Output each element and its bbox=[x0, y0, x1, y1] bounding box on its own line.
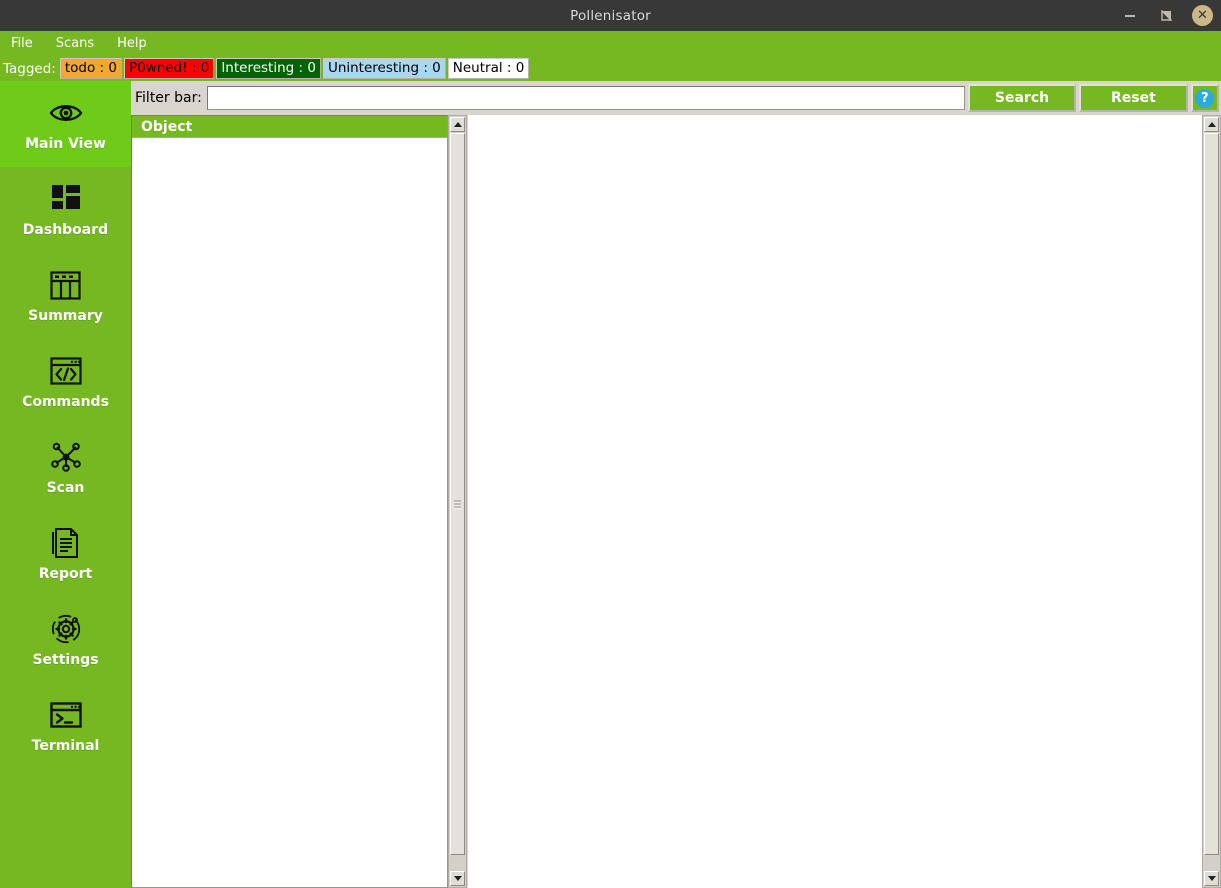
filter-input[interactable] bbox=[206, 86, 965, 110]
sidebar-item-terminal[interactable]: Terminal bbox=[0, 683, 131, 769]
sidebar-item-commands[interactable]: Commands bbox=[0, 339, 131, 425]
close-glyph: ✕ bbox=[1197, 7, 1208, 23]
tag-chip-uninteresting[interactable]: Uninteresting : 0 bbox=[322, 58, 446, 79]
menu-item-help[interactable]: Help bbox=[115, 35, 149, 52]
tag-bar: Tagged: todo : 0 P0wned! : 0 Interesting… bbox=[0, 56, 1221, 81]
main-scrollbar-thumb[interactable] bbox=[1204, 133, 1219, 855]
title-bar: Pollenisator ✕ bbox=[0, 0, 1221, 32]
sidebar-label-commands: Commands bbox=[22, 394, 109, 410]
eye-icon bbox=[49, 96, 83, 130]
help-button[interactable]: ? bbox=[1190, 84, 1219, 112]
document-icon bbox=[51, 526, 81, 560]
sidebar-label-settings: Settings bbox=[32, 652, 99, 668]
object-tree-panel: Object bbox=[131, 115, 448, 888]
sidebar: Main View Dashboard Summary Commands Sca… bbox=[0, 81, 131, 888]
chevron-down-icon bbox=[1207, 876, 1216, 881]
terminal-icon bbox=[49, 698, 82, 732]
sidebar-item-scan[interactable]: Scan bbox=[0, 425, 131, 511]
sidebar-label-report: Report bbox=[38, 566, 93, 582]
menu-item-scans[interactable]: Scans bbox=[54, 35, 96, 52]
chevron-down-icon bbox=[453, 876, 462, 881]
sidebar-label-terminal: Terminal bbox=[31, 738, 100, 754]
code-window-icon bbox=[49, 354, 82, 388]
close-icon[interactable]: ✕ bbox=[1192, 5, 1213, 26]
minimize-icon[interactable] bbox=[1120, 6, 1140, 26]
table-icon bbox=[50, 268, 81, 302]
tag-chip-interesting[interactable]: Interesting : 0 bbox=[216, 58, 321, 79]
tree-scroll-down-button[interactable] bbox=[450, 871, 465, 886]
tree-body[interactable] bbox=[132, 138, 447, 887]
search-button[interactable]: Search bbox=[967, 84, 1077, 112]
chevron-up-icon bbox=[1207, 122, 1216, 127]
main-detail-panel[interactable] bbox=[468, 115, 1202, 888]
sidebar-item-settings[interactable]: Settings bbox=[0, 597, 131, 683]
tree-scroll-up-button[interactable] bbox=[450, 117, 465, 132]
sidebar-label-main-view: Main View bbox=[25, 136, 106, 152]
main-scroll-down-button[interactable] bbox=[1204, 871, 1219, 886]
chevron-up-icon bbox=[453, 122, 462, 127]
sidebar-label-dashboard: Dashboard bbox=[22, 222, 109, 238]
window-title: Pollenisator bbox=[570, 7, 651, 24]
tree-scrollbar-grip bbox=[454, 500, 461, 510]
menu-bar: File Scans Help bbox=[0, 31, 1221, 56]
sidebar-label-scan: Scan bbox=[46, 480, 85, 496]
sidebar-label-summary: Summary bbox=[28, 308, 103, 324]
filter-bar-label: Filter bar: bbox=[135, 90, 202, 106]
main-scroll-up-button[interactable] bbox=[1204, 117, 1219, 132]
network-nodes-icon bbox=[50, 440, 82, 474]
panes-container: Object bbox=[131, 115, 1221, 888]
menu-item-file[interactable]: File bbox=[9, 35, 35, 52]
dashboard-grid-icon bbox=[51, 182, 81, 216]
sidebar-item-summary[interactable]: Summary bbox=[0, 253, 131, 339]
tree-column-header-object[interactable]: Object bbox=[132, 116, 447, 138]
sidebar-item-main-view[interactable]: Main View bbox=[0, 81, 131, 167]
window-controls: ✕ bbox=[1120, 0, 1213, 31]
gear-icon bbox=[50, 612, 82, 646]
sidebar-item-dashboard[interactable]: Dashboard bbox=[0, 167, 131, 253]
question-mark-icon: ? bbox=[1195, 88, 1215, 108]
tag-chip-p0wned[interactable]: P0wned! : 0 bbox=[123, 58, 215, 79]
reset-button[interactable]: Reset bbox=[1079, 84, 1188, 112]
tag-chip-neutral[interactable]: Neutral : 0 bbox=[447, 58, 530, 79]
tag-chip-todo[interactable]: todo : 0 bbox=[59, 58, 122, 79]
tree-vertical-scrollbar[interactable] bbox=[448, 115, 467, 888]
content-area: Filter bar: Search Reset ? Object bbox=[131, 81, 1221, 888]
filter-toolbar: Filter bar: Search Reset ? bbox=[131, 81, 1221, 115]
maximize-icon[interactable] bbox=[1156, 6, 1176, 26]
main-vertical-scrollbar[interactable] bbox=[1202, 115, 1221, 888]
tree-scrollbar-thumb[interactable] bbox=[450, 133, 465, 855]
tag-bar-label: Tagged: bbox=[3, 60, 56, 77]
application-window: Pollenisator ✕ File Scans Help Tagged: t… bbox=[0, 0, 1221, 888]
sidebar-item-report[interactable]: Report bbox=[0, 511, 131, 597]
